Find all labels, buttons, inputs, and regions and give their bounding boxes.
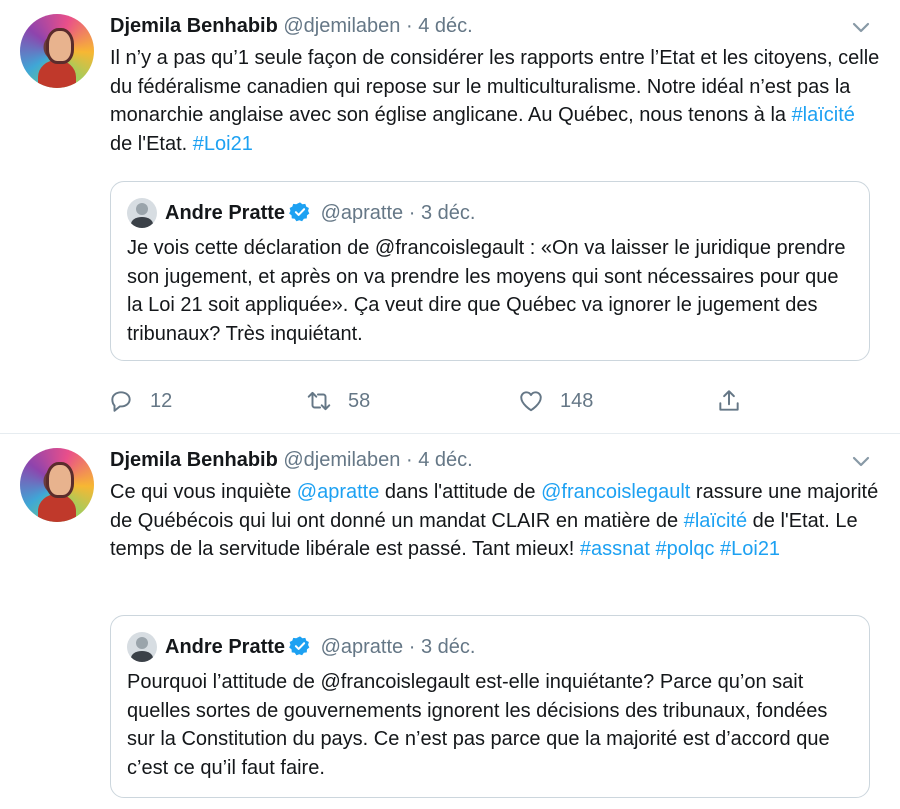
avatar-face-shape [46,28,74,64]
author-name[interactable]: Djemila Benhabib [110,15,278,37]
chevron-down-icon[interactable] [850,452,872,472]
reply-icon [111,391,131,412]
hashtag-link[interactable]: #Loi21 [193,133,253,155]
separator-dot: · [408,636,416,658]
text-segment: Ce qui vous inquiète [110,481,297,503]
avatar[interactable] [20,448,94,522]
text-segment: Il n’y a pas qu’1 seule façon de considé… [110,47,880,126]
tweet-header: Djemila Benhabib @djemilaben · 4 déc. [110,12,860,40]
author-handle[interactable]: @djemilaben [283,449,400,471]
tweet-text: Ce qui vous inquiète @apratte dans l'att… [110,478,880,564]
text-segment: de l'Etat. [110,132,193,155]
retweet-button[interactable]: 58 [306,383,370,419]
like-button[interactable]: 148 [518,383,593,419]
heart-icon [520,391,542,412]
verified-badge-icon [289,202,310,222]
quote-author-name: Andre Pratte [165,636,286,658]
separator-dot: · [408,202,416,224]
retweet-count: 58 [348,389,371,412]
share-button[interactable] [716,383,758,419]
avatar-face-shape [46,462,74,498]
share-icon [719,390,739,411]
retweet-icon [307,391,331,411]
tweet-header: Djemila Benhabib @djemilaben · 4 déc. [110,446,860,474]
quoted-tweet[interactable]: Andre Pratte @apratte · 3 déc. Je vois c… [110,181,870,361]
separator-dot: · [405,449,413,471]
chevron-down-icon[interactable] [850,18,872,38]
mention-link[interactable]: @francoislegault [541,481,690,503]
tweet[interactable]: Djemila Benhabib @djemilaben · 4 déc. Ce… [0,434,900,809]
hashtag-link[interactable]: #polqc [656,538,715,560]
hashtag-link[interactable]: #assnat [580,538,650,560]
reply-count: 12 [150,389,173,412]
quote-author-handle: @apratte [320,636,404,658]
author-name[interactable]: Djemila Benhabib [110,449,278,471]
hashtag-link[interactable]: #Loi21 [720,538,780,560]
tweet-date[interactable]: 4 déc. [418,449,472,471]
quote-avatar [127,198,157,228]
avatar[interactable] [20,14,94,88]
like-count: 148 [560,389,594,412]
tweet-actions: 12 58 148 [108,383,758,419]
separator-dot: · [405,15,413,37]
quote-text: Pourquoi l’attitude de @francoislegault … [127,671,830,779]
tweet-date[interactable]: 4 déc. [418,15,472,37]
mention-link[interactable]: @apratte [297,481,380,503]
hashtag-link[interactable]: #laïcité [792,104,855,126]
quote-header: Andre Pratte @apratte · 3 déc. [165,198,475,228]
quote-date: 3 déc. [420,636,476,658]
quote-avatar [127,632,157,662]
verified-badge-icon [289,636,310,656]
hashtag-link[interactable]: #laïcité [684,510,747,532]
quote-date: 3 déc. [420,202,476,224]
quote-text: Je vois cette déclaration de @francoisle… [127,237,846,345]
quote-header: Andre Pratte @apratte · 3 déc. [165,632,475,662]
quote-author-name: Andre Pratte [165,202,286,224]
author-handle[interactable]: @djemilaben [283,15,400,37]
avatar-body-shape [38,60,76,88]
text-segment: dans l'attitude de [379,481,542,503]
quoted-tweet[interactable]: Andre Pratte @apratte · 3 déc. Pourquoi … [110,615,870,798]
quote-author-handle: @apratte [320,202,404,224]
reply-button[interactable]: 12 [108,383,172,419]
tweet[interactable]: Djemila Benhabib @djemilaben · 4 déc. Il… [0,0,900,434]
avatar-body-shape [38,494,76,522]
tweet-text: Il n’y a pas qu’1 seule façon de considé… [110,44,880,158]
